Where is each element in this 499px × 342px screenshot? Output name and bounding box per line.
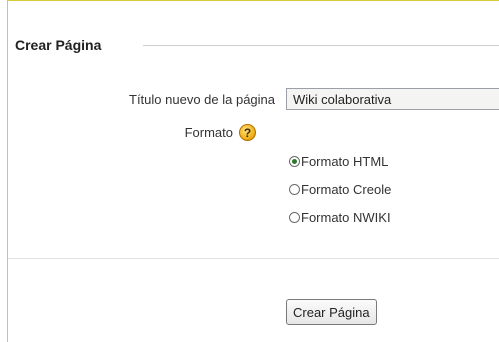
format-option-creole[interactable]: Formato Creole [289,180,391,198]
format-html-radio[interactable] [289,155,300,167]
form-legend: Crear Página [15,37,108,53]
page-title-input[interactable] [286,88,499,110]
format-label: Formato [184,125,233,140]
page-title-label: Título nuevo de la página [129,92,275,107]
format-creole-radio[interactable] [289,183,300,195]
format-html-label[interactable]: Formato HTML [301,154,388,169]
legend-divider [143,45,499,46]
format-nwiki-label[interactable]: Formato NWIKI [301,210,391,225]
form-separator [8,258,499,259]
create-page-button[interactable]: Crear Página [286,299,377,325]
format-option-nwiki[interactable]: Formato NWIKI [289,208,391,226]
format-creole-label[interactable]: Formato Creole [301,182,391,197]
format-nwiki-radio[interactable] [289,211,300,223]
format-option-html[interactable]: Formato HTML [289,152,388,170]
help-icon[interactable]: ? [239,124,256,141]
